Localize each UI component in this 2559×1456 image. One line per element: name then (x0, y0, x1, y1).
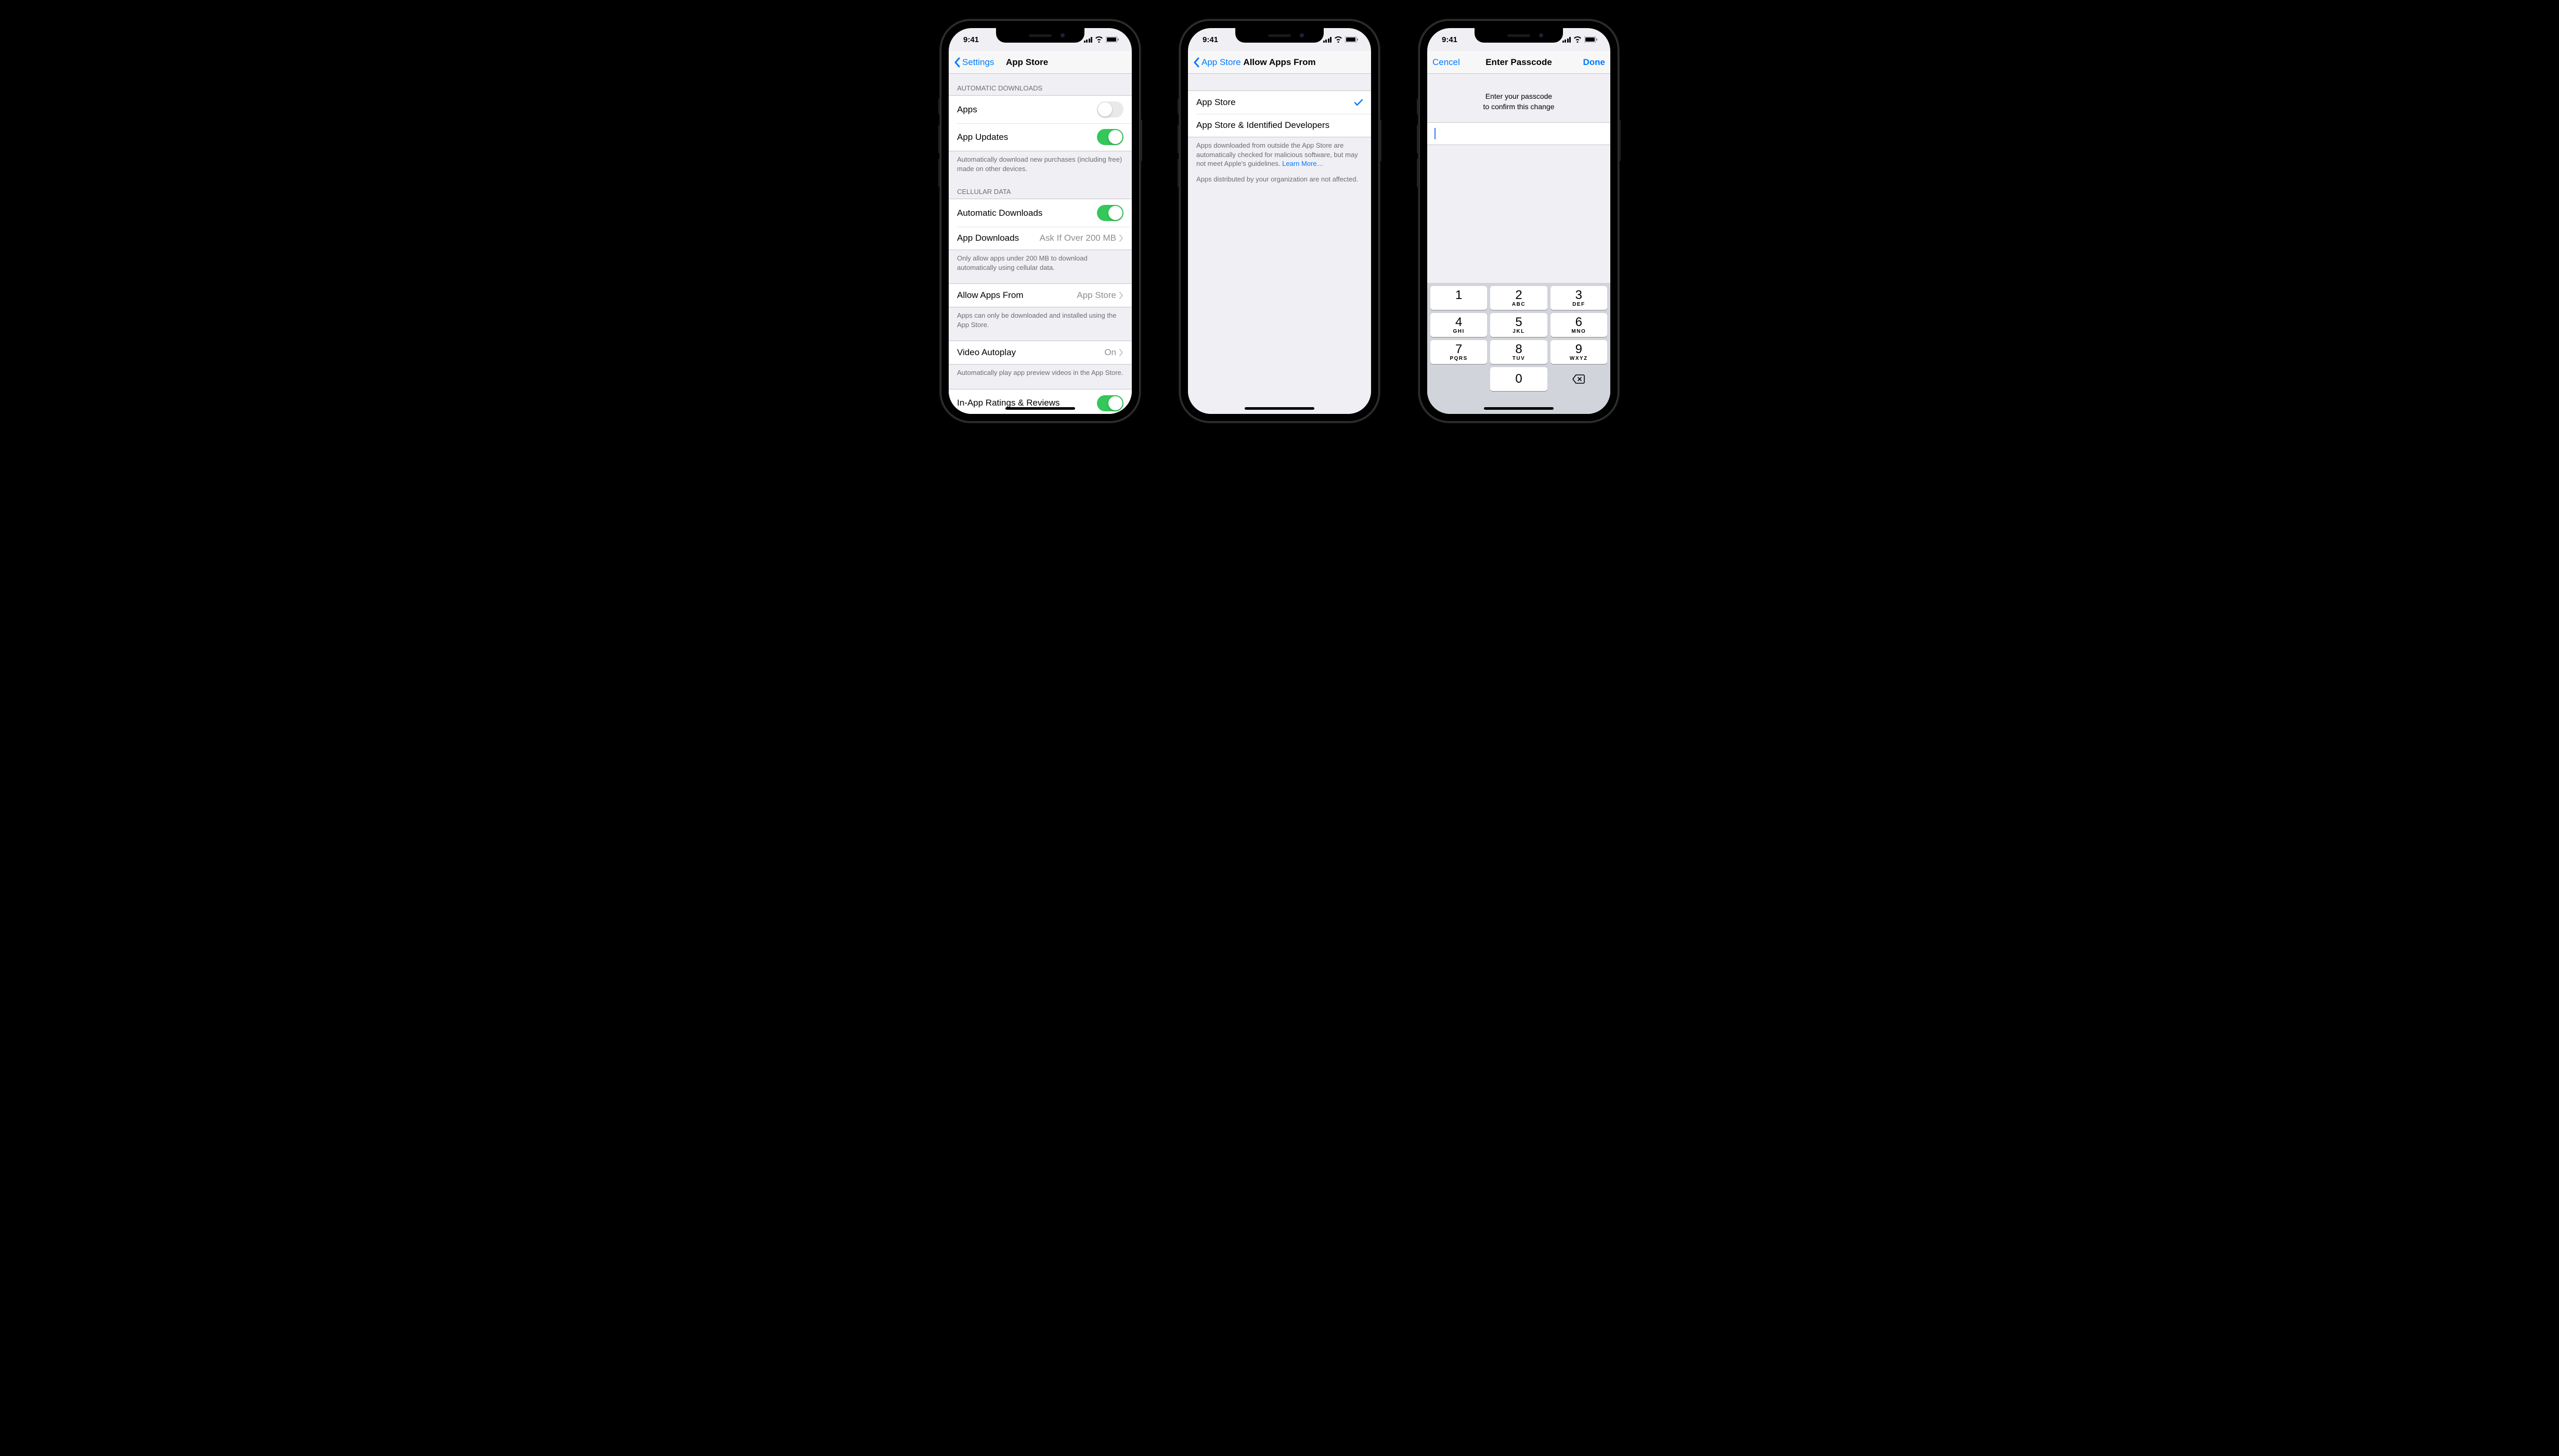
toggle-ratings[interactable] (1097, 395, 1123, 411)
row-app-updates[interactable]: App Updates (949, 123, 1132, 151)
section-footer: Automatically play app preview videos in… (949, 365, 1132, 382)
back-label: Settings (962, 57, 994, 68)
done-button[interactable]: Done (1583, 57, 1606, 68)
row-label: Apps (957, 105, 977, 115)
row-auto-downloads[interactable]: Automatic Downloads (949, 199, 1132, 227)
home-indicator[interactable] (1484, 407, 1554, 410)
row-value: Ask If Over 200 MB (1040, 233, 1116, 243)
section-header: Automatic Downloads (949, 74, 1132, 95)
home-indicator[interactable] (1245, 407, 1314, 410)
row-video-autoplay[interactable]: Video Autoplay On (949, 341, 1132, 364)
status-time: 9:41 (1442, 35, 1457, 44)
option-label: App Store & Identified Developers (1196, 120, 1329, 131)
cellular-icon (1084, 37, 1093, 43)
key-8[interactable]: 8TUV (1490, 340, 1547, 364)
passcode-input[interactable] (1427, 122, 1610, 145)
row-value: App Store (1077, 290, 1116, 301)
learn-more-link[interactable]: Learn More… (1282, 160, 1323, 167)
passcode-prompt: Enter your passcodeto confirm this chang… (1427, 74, 1610, 122)
row-app-downloads[interactable]: App Downloads Ask If Over 200 MB (949, 227, 1132, 250)
row-label: Allow Apps From (957, 290, 1024, 301)
key-1[interactable]: 1 (1430, 286, 1487, 310)
key-9[interactable]: 9WXYZ (1550, 340, 1607, 364)
navbar: Cencel Enter Passcode Done (1427, 51, 1610, 74)
phone-allow-apps-from: 9:41 App Store Allow Apps From App Store (1181, 21, 1378, 421)
section-footer: Apps distributed by your organization ar… (1188, 173, 1371, 188)
home-indicator[interactable] (1005, 407, 1075, 410)
key-2[interactable]: 2ABC (1490, 286, 1547, 310)
toggle-app-updates[interactable] (1097, 129, 1123, 145)
wifi-icon (1573, 36, 1582, 43)
section-footer: Automatically download new purchases (in… (949, 151, 1132, 177)
key-4[interactable]: 4GHI (1430, 313, 1487, 337)
status-time: 9:41 (1203, 35, 1218, 44)
chevron-right-icon (1119, 292, 1123, 299)
section-header: Cellular Data (949, 177, 1132, 199)
row-value: On (1104, 347, 1116, 358)
navbar: Settings App Store (949, 51, 1132, 74)
status-time: 9:41 (963, 35, 979, 44)
checkmark-icon (1354, 99, 1363, 106)
section-footer: Only allow apps under 200 MB to download… (949, 250, 1132, 276)
key-empty (1430, 367, 1487, 391)
row-ratings[interactable]: In-App Ratings & Reviews (949, 389, 1132, 414)
wifi-icon (1334, 36, 1342, 43)
key-6[interactable]: 6MNO (1550, 313, 1607, 337)
text-cursor (1434, 128, 1436, 139)
row-label: Video Autoplay (957, 347, 1016, 358)
key-backspace[interactable] (1550, 367, 1607, 391)
battery-icon (1345, 36, 1359, 43)
row-label: App Updates (957, 132, 1008, 142)
phone-enter-passcode: 9:41 Cencel Enter Passcode Done Enter yo… (1420, 21, 1618, 421)
row-label: Automatic Downloads (957, 208, 1042, 218)
cellular-icon (1323, 37, 1332, 43)
option-app-store[interactable]: App Store (1188, 91, 1371, 114)
section-footer: Apps downloaded from outside the App Sto… (1188, 137, 1371, 173)
chevron-left-icon (1193, 57, 1199, 68)
back-button[interactable]: Settings (954, 57, 994, 68)
cellular-icon (1562, 37, 1571, 43)
option-identified-developers[interactable]: App Store & Identified Developers (1188, 114, 1371, 137)
chevron-left-icon (954, 57, 960, 68)
section-footer: Apps can only be downloaded and installe… (949, 307, 1132, 333)
battery-icon (1106, 36, 1119, 43)
wifi-icon (1095, 36, 1103, 43)
key-7[interactable]: 7PQRS (1430, 340, 1487, 364)
back-label: App Store (1201, 57, 1241, 68)
row-allow-apps-from[interactable]: Allow Apps From App Store (949, 284, 1132, 307)
option-label: App Store (1196, 97, 1236, 108)
backspace-icon (1572, 374, 1585, 384)
toggle-auto-downloads[interactable] (1097, 205, 1123, 221)
chevron-right-icon (1119, 235, 1123, 242)
phone-appstore-settings: 9:41 Settings App Store Automatic Downlo… (941, 21, 1139, 421)
numeric-keypad: 1 2ABC 3DEF 4GHI 5JKL 6MNO 7PQRS 8TUV 9W… (1427, 283, 1610, 414)
row-label: App Downloads (957, 233, 1019, 243)
navbar: App Store Allow Apps From (1188, 51, 1371, 74)
cancel-button[interactable]: Cencel (1432, 57, 1460, 68)
toggle-apps[interactable] (1097, 101, 1123, 118)
chevron-right-icon (1119, 349, 1123, 356)
battery-icon (1584, 36, 1598, 43)
key-0[interactable]: 0 (1490, 367, 1547, 391)
row-apps[interactable]: Apps (949, 96, 1132, 123)
key-3[interactable]: 3DEF (1550, 286, 1607, 310)
key-5[interactable]: 5JKL (1490, 313, 1547, 337)
back-button[interactable]: App Store (1193, 57, 1241, 68)
